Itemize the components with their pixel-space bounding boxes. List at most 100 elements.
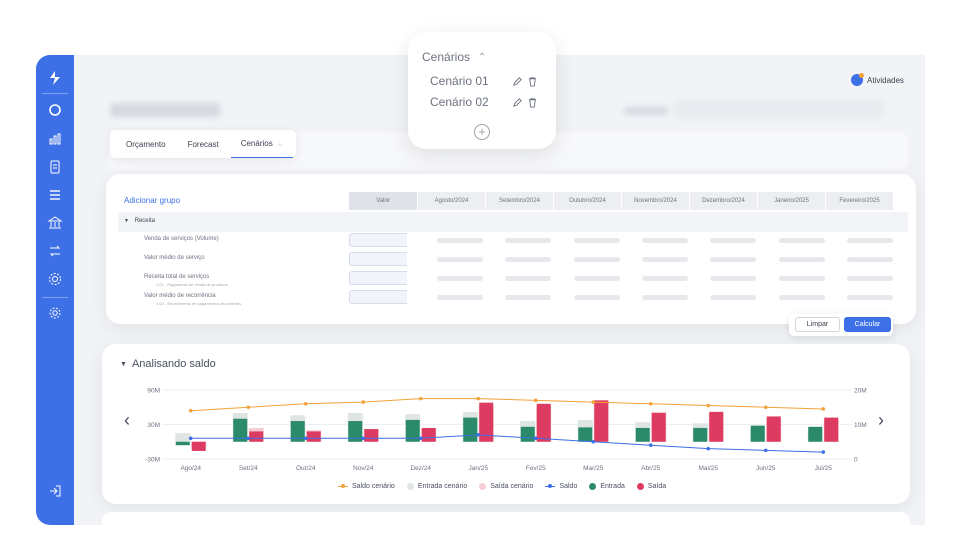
activities-icon (851, 73, 864, 86)
bar-saida (306, 431, 321, 442)
gear-icon[interactable] (47, 305, 63, 321)
x-axis-tick: Jun/25 (756, 465, 776, 472)
y-axis-right-tick: 20M (854, 388, 867, 395)
legend-label: Saldo (559, 483, 578, 490)
line-saldo (190, 434, 824, 453)
bar-chart-icon[interactable] (47, 131, 63, 147)
scenario-item[interactable]: Cenário 02 (430, 95, 537, 109)
clear-button[interactable]: Limpar (795, 317, 840, 332)
legend-item[interactable]: Saída (636, 483, 667, 490)
y-axis-left-tick: 90M (147, 388, 160, 395)
value-input[interactable] (349, 290, 407, 304)
point-saldo (706, 446, 711, 451)
skeleton-cell (779, 238, 825, 243)
tab-cenarios[interactable]: Cenários ⌵ (230, 139, 293, 158)
legend-item[interactable]: Entrada cenário (406, 483, 467, 490)
bar-saida (364, 429, 379, 442)
list-icon[interactable] (47, 187, 63, 203)
legend-item[interactable]: Saída cenário (479, 483, 533, 490)
skeleton-cell (574, 257, 620, 262)
skeleton-cell (847, 295, 893, 300)
bar-saida (249, 431, 264, 442)
edit-icon[interactable] (512, 97, 523, 108)
skeleton-cell (779, 276, 825, 281)
trash-icon[interactable] (527, 97, 538, 108)
balance-chart-card: ▼ Analisando saldo ‹ › 90M 30M -30M 20M 10M 0… (102, 344, 910, 504)
activities-button[interactable]: Atividades (851, 73, 904, 87)
value-input[interactable] (349, 233, 407, 247)
group-row[interactable]: ▼ Receita (118, 212, 908, 232)
bar-entrada-cenario (175, 433, 191, 442)
skeleton-cell (847, 238, 893, 243)
legend-label: Saída cenário (490, 483, 534, 490)
value-input[interactable] (349, 252, 407, 266)
tab-forecast[interactable]: Forecast (188, 140, 219, 149)
column-header: Dezembro/2024 (690, 192, 758, 210)
filter-label-blurred (624, 107, 668, 115)
line-saldo-cenário (190, 398, 824, 412)
point-saldo-cenário (821, 407, 826, 411)
settings-icon[interactable] (47, 271, 63, 287)
point-saldo-cenário (418, 396, 423, 401)
point-saldo (533, 436, 538, 441)
skeleton-cell (505, 295, 551, 300)
bar-entrada (520, 426, 535, 442)
scenario-item[interactable]: Cenário 01 (430, 74, 537, 88)
chevron-down-icon: ⌵ (277, 142, 283, 148)
skeleton-cell (779, 257, 825, 262)
action-buttons: Limpar Calcular (789, 314, 893, 336)
sidebar-divider (42, 297, 68, 298)
skeleton-cell (437, 295, 483, 300)
document-icon[interactable] (47, 159, 63, 175)
row-sublabel: 1.01 - Pagamento de venda de produtos (156, 282, 228, 287)
transfer-icon[interactable] (47, 243, 63, 259)
dashboard-icon[interactable] (47, 102, 63, 118)
legend-line-icon (338, 484, 348, 488)
skeleton-cell (505, 257, 551, 262)
logout-icon[interactable] (47, 483, 63, 499)
legend-dot-icon (406, 483, 414, 490)
bar-entrada (693, 427, 708, 442)
scenario-dropdown-header[interactable]: Cenários ⌃ (422, 50, 486, 64)
bar-saida (766, 416, 781, 442)
point-saldo-cenário (188, 408, 193, 413)
value-input[interactable] (349, 271, 407, 285)
point-saldo-cenário (706, 403, 711, 408)
grid-header: Valor Agosto/2024 Setembro/2024 Outubro/… (349, 192, 894, 210)
bar-saida (824, 417, 839, 442)
tab-cenarios-label: Cenários (240, 139, 273, 148)
bar-saida (594, 400, 609, 442)
y-axis-left-tick: 30M (147, 422, 160, 429)
bar-entrada (578, 427, 593, 442)
x-axis-tick: Abr/25 (641, 465, 661, 472)
column-header: Janeiro/2025 (758, 192, 826, 210)
point-saldo (648, 443, 653, 447)
point-saldo-cenário (533, 398, 538, 403)
filter-input-blurred (674, 101, 884, 119)
bank-icon[interactable] (47, 215, 63, 231)
legend-item[interactable]: Entrada (589, 483, 625, 490)
skeleton-cell (574, 295, 620, 300)
calculate-button[interactable]: Calcular (844, 317, 891, 332)
point-saldo (821, 450, 826, 454)
legend-label: Saldo cenário (352, 483, 395, 490)
sidebar (36, 55, 74, 525)
add-group-button[interactable]: Adicionar grupo (124, 196, 180, 205)
legend-label: Saída (647, 483, 667, 490)
legend-item[interactable]: Saldo (545, 483, 577, 490)
logo-icon[interactable] (46, 69, 64, 87)
activities-label: Atividades (867, 75, 904, 85)
skeleton-cell (710, 295, 756, 300)
row-label: Valor médio de recorrência (144, 293, 216, 299)
point-saldo (188, 436, 193, 441)
scenario-item-label: Cenário 02 (430, 95, 489, 109)
trash-icon[interactable] (527, 76, 538, 87)
point-saldo (246, 436, 251, 441)
x-axis-tick: Ago/24 (180, 465, 201, 472)
skeleton-cell (847, 257, 893, 262)
tab-orcamento[interactable]: Orçamento (126, 140, 166, 149)
legend-item[interactable]: Saldo cenário (338, 483, 395, 490)
add-scenario-icon[interactable]: + (474, 124, 490, 140)
edit-icon[interactable] (512, 76, 523, 87)
scenario-item-label: Cenário 01 (430, 74, 489, 88)
